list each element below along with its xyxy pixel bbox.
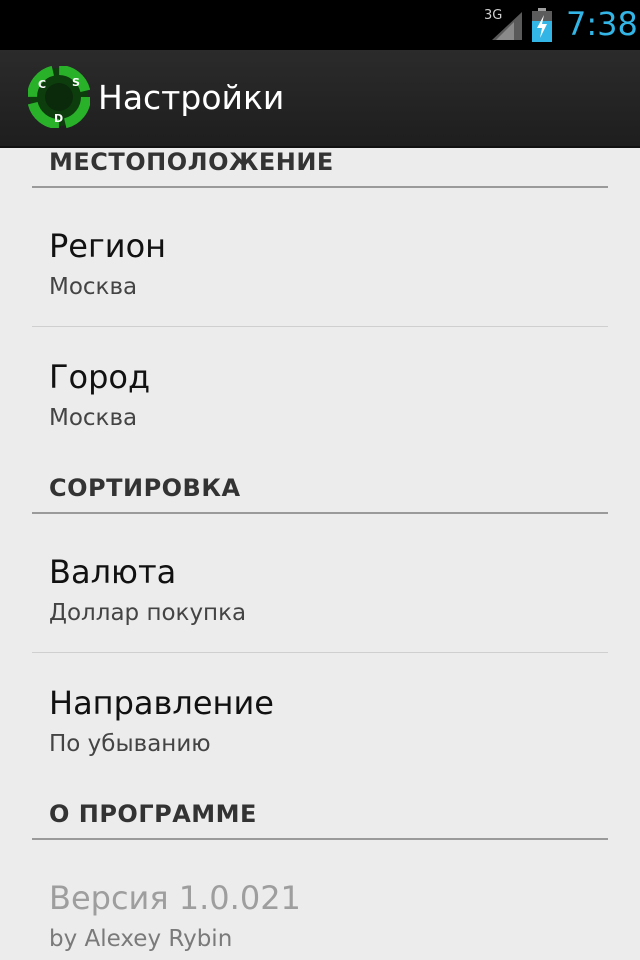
pref-title: Город (49, 358, 151, 396)
action-bar: C S D Настройки (0, 50, 640, 148)
app-icon-letter-c: C (38, 78, 46, 91)
pref-title: Версия 1.0.021 (49, 879, 301, 917)
app-title: Настройки (98, 78, 285, 117)
network-indicator: 3G (484, 8, 522, 40)
pref-summary: Доллар покупка (49, 600, 247, 626)
pref-currency[interactable]: Валюта Доллар покупка (32, 520, 608, 652)
pref-summary: Москва (49, 274, 138, 300)
category-location: МЕСТОПОЛОЖЕНИЕ (32, 146, 608, 188)
pref-region[interactable]: Регион Москва (32, 194, 608, 326)
category-sorting: СОРТИРОВКА (32, 472, 608, 514)
pref-city[interactable]: Город Москва (32, 327, 608, 457)
currency-app-icon[interactable]: C S D (28, 66, 90, 128)
preference-list[interactable]: МЕСТОПОЛОЖЕНИЕ Регион Москва Город Москв… (0, 146, 640, 960)
pref-title: Направление (49, 684, 274, 722)
status-clock: 7:38 (566, 5, 638, 43)
pref-summary: by Alexey Rybin (49, 926, 233, 952)
pref-summary: По убыванию (49, 731, 211, 757)
category-label: МЕСТОПОЛОЖЕНИЕ (49, 148, 334, 176)
signal-icon (492, 12, 522, 40)
status-bar: 3G 7:38 (0, 0, 640, 50)
pref-title: Регион (49, 227, 167, 265)
battery-charging-icon (532, 8, 552, 42)
app-icon-letter-d: D (54, 112, 63, 125)
category-label: О ПРОГРАММЕ (49, 800, 257, 828)
pref-title: Валюта (49, 553, 177, 591)
category-label: СОРТИРОВКА (49, 474, 241, 502)
app-icon-letter-s: S (72, 76, 80, 89)
pref-version: Версия 1.0.021 by Alexey Rybin (32, 846, 608, 960)
pref-direction[interactable]: Направление По убыванию (32, 653, 608, 783)
category-about: О ПРОГРАММЕ (32, 798, 608, 840)
pref-summary: Москва (49, 405, 138, 431)
